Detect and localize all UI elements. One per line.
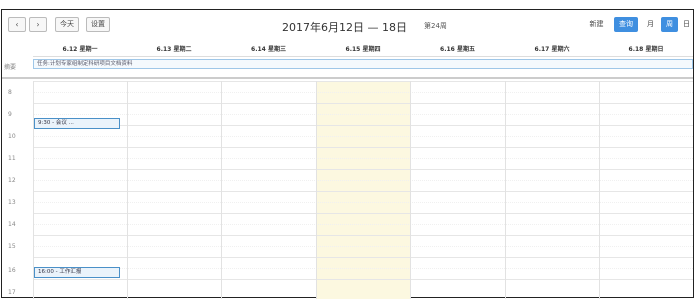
day-header-row: 6.12 星期一 6.13 星期二 6.14 星期三 6.15 星期四 6.16… bbox=[33, 41, 693, 57]
toolbar: ‹ › 今天 设置 2017年6月12日 — 18日 第24周 新建 查询 月 … bbox=[2, 10, 693, 40]
hour-label: 15 bbox=[8, 243, 16, 250]
hour-label: 12 bbox=[8, 177, 16, 184]
calendar-event[interactable]: 9:30 - 会议 ... bbox=[34, 118, 120, 129]
day-header[interactable]: 6.13 星期二 bbox=[127, 44, 221, 53]
day-header[interactable]: 6.17 星期六 bbox=[505, 44, 599, 53]
page-title: 2017年6月12日 — 18日 bbox=[282, 21, 407, 34]
hour-label: 14 bbox=[8, 221, 16, 228]
today-button[interactable]: 今天 bbox=[55, 17, 79, 32]
day-header[interactable]: 6.18 星期日 bbox=[599, 44, 693, 53]
day-view-button[interactable]: 日 bbox=[678, 17, 695, 32]
hour-label: 13 bbox=[8, 199, 16, 206]
day-header-today[interactable]: 6.15 星期四 bbox=[316, 44, 410, 53]
calendar-window: ‹ › 今天 设置 2017年6月12日 — 18日 第24周 新建 查询 月 … bbox=[1, 9, 694, 299]
hour-label: 10 bbox=[8, 133, 16, 140]
week-view-button[interactable]: 周 bbox=[661, 17, 678, 32]
next-button[interactable]: › bbox=[29, 17, 47, 32]
allday-event[interactable]: 任务:计划专家组制定科研项目文档资料 bbox=[33, 59, 693, 69]
allday-label: 摘要 bbox=[4, 64, 17, 71]
calendar-event[interactable]: 16:00 - 工作汇报 bbox=[34, 267, 120, 278]
hour-label: 8 bbox=[8, 89, 12, 96]
time-grid[interactable]: 8 9 10 11 12 13 14 15 16 17 9:30 - 会议 ..… bbox=[2, 81, 693, 299]
prev-button[interactable]: ‹ bbox=[8, 17, 26, 32]
day-header[interactable]: 6.16 星期五 bbox=[410, 44, 505, 53]
hour-label: 11 bbox=[8, 155, 16, 162]
hour-label: 17 bbox=[8, 289, 16, 296]
day-header[interactable]: 6.12 星期一 bbox=[33, 44, 127, 53]
search-button[interactable]: 查询 bbox=[614, 17, 638, 32]
hour-label: 16 bbox=[8, 267, 16, 274]
new-button[interactable]: 新建 bbox=[588, 17, 605, 32]
settings-button[interactable]: 设置 bbox=[86, 17, 110, 32]
day-header[interactable]: 6.14 星期三 bbox=[221, 44, 316, 53]
week-number: 第24周 bbox=[424, 22, 447, 30]
allday-row: 摘要 任务:计划专家组制定科研项目文档资料 bbox=[2, 57, 693, 79]
hour-label: 9 bbox=[8, 111, 12, 118]
month-view-button[interactable]: 月 bbox=[642, 17, 659, 32]
